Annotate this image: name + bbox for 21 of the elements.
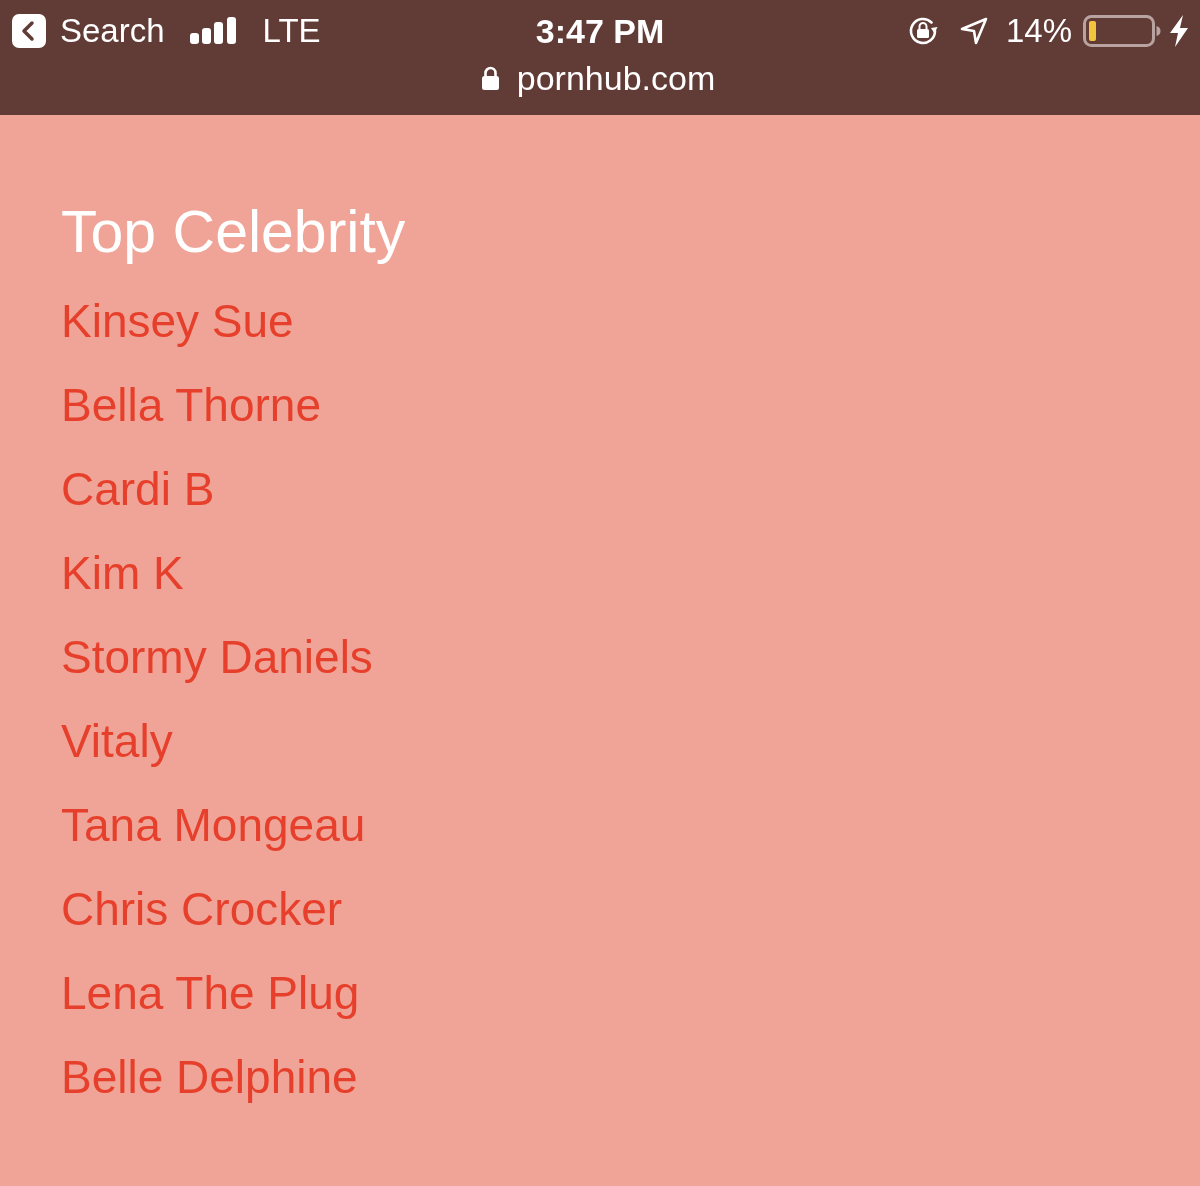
celebrity-link[interactable]: Vitaly xyxy=(61,715,173,768)
battery-icon xyxy=(1083,14,1161,47)
location-arrow-icon xyxy=(959,16,988,45)
celebrity-link[interactable]: Lena The Plug xyxy=(61,967,360,1020)
network-type: LTE xyxy=(262,14,321,47)
battery-percentage: 14% xyxy=(1005,14,1072,47)
celebrity-link[interactable]: Stormy Daniels xyxy=(61,631,373,684)
clock-time: 3:47 PM xyxy=(535,13,665,48)
celebrity-link[interactable]: Kim K xyxy=(61,547,184,600)
celebrity-link[interactable]: Kinsey Sue xyxy=(61,295,294,348)
address-url[interactable]: pornhub.com xyxy=(516,61,716,95)
charging-bolt-icon xyxy=(1170,14,1188,47)
back-button[interactable]: Search xyxy=(12,13,165,48)
celebrity-link[interactable]: Belle Delphine xyxy=(61,1051,358,1104)
signal-bars-icon xyxy=(189,17,236,44)
celebrity-link[interactable]: Bella Thorne xyxy=(61,379,321,432)
section-heading: Top Celebrity xyxy=(61,198,406,267)
celebrity-link[interactable]: Chris Crocker xyxy=(61,883,343,936)
lock-icon xyxy=(481,66,499,90)
celebrity-link[interactable]: Cardi B xyxy=(61,463,215,516)
celebrity-link[interactable]: Tana Mongeau xyxy=(61,799,366,852)
